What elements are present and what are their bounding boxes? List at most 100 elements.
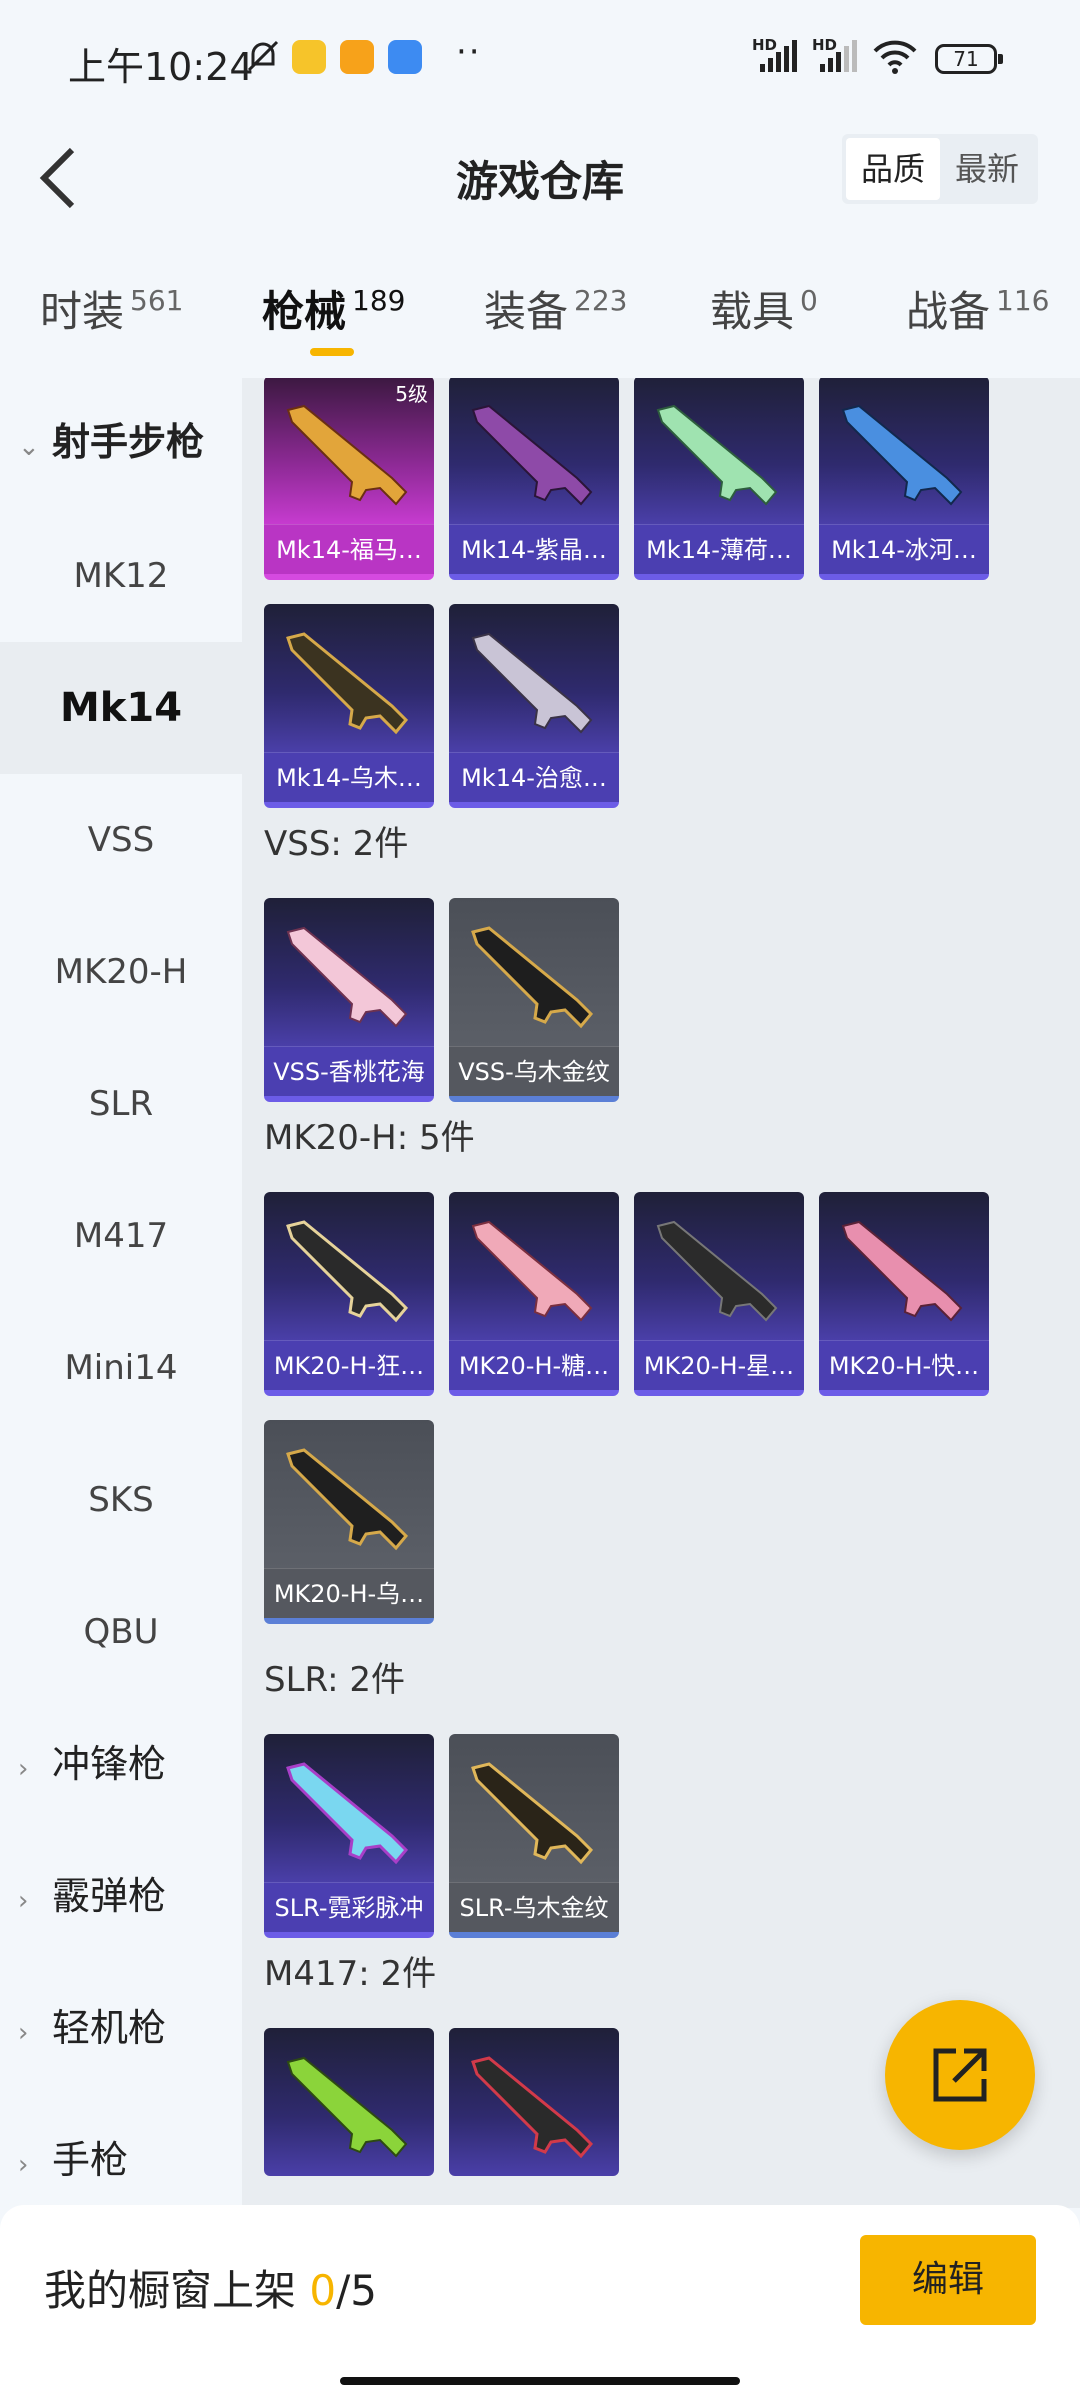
skin-name: Mk14-乌木… <box>264 752 434 802</box>
rifle-icon <box>471 1762 594 1865</box>
skin-card[interactable]: SLR-乌木金纹 <box>449 1734 619 1938</box>
rarity-bar <box>449 802 619 808</box>
sidebar-item-mk14[interactable]: Mk14 <box>0 642 242 774</box>
showcase-current: 0 <box>309 2266 337 2315</box>
skin-card[interactable]: MK20-H-星… <box>634 1192 804 1396</box>
skin-name: Mk14-紫晶… <box>449 524 619 574</box>
skin-name: MK20-H-糖… <box>449 1340 619 1390</box>
skin-art <box>264 2028 434 2176</box>
section-label-m417: M417: 2件 <box>264 1954 437 1994</box>
tab-label: 战备 <box>906 287 991 336</box>
skin-card[interactable]: MK20-H-快… <box>819 1192 989 1396</box>
weapon-type-sidebar: ⌄ 射手步枪 MK12 Mk14 VSS MK20-H SLR M417 Mini… <box>0 378 242 2208</box>
weapon-skin-grid: 5级 Mk14-福马… Mk14-紫晶… Mk14-薄荷… Mk14-冰河… M… <box>242 378 1080 2208</box>
skin-art <box>634 1192 804 1340</box>
status-bar: 上午10:24 ·· HD HD 71 <box>0 0 1080 120</box>
skin-name: VSS-乌木金纹 <box>449 1046 619 1096</box>
sort-latest-button[interactable]: 最新 <box>940 138 1034 200</box>
rifle-icon <box>656 404 778 506</box>
rifle-icon <box>471 404 593 506</box>
skin-card[interactable] <box>449 2028 619 2176</box>
tab-vehicles[interactable]: 载具 0 <box>710 278 818 339</box>
skin-name: SLR-乌木金纹 <box>449 1882 619 1932</box>
rifle-icon <box>286 1448 409 1551</box>
home-indicator[interactable] <box>340 2377 740 2385</box>
sidebar-category-smg[interactable]: › 冲锋枪 <box>18 1698 166 1830</box>
sidebar-category-lmg[interactable]: › 轻机枪 <box>18 1962 166 2094</box>
tab-supplies[interactable]: 战备 116 <box>906 278 1049 339</box>
tab-count: 561 <box>130 284 184 317</box>
rifle-icon <box>471 926 594 1029</box>
sidebar-item-slr[interactable]: SLR <box>0 1038 242 1170</box>
rifle-icon <box>286 404 408 506</box>
rifle-icon <box>841 1220 963 1322</box>
rarity-bar <box>634 574 804 580</box>
skin-art <box>449 1734 619 1882</box>
skin-name: MK20-H-狂… <box>264 1340 434 1390</box>
skin-card[interactable]: MK20-H-乌… <box>264 1420 434 1624</box>
edit-button[interactable]: 编辑 <box>860 2235 1036 2325</box>
rifle-icon <box>286 1220 409 1323</box>
tab-fashion[interactable]: 时装 561 <box>40 278 183 339</box>
rifle-icon <box>286 1762 409 1865</box>
sidebar-category-marksman[interactable]: ⌄ 射手步枪 <box>18 378 204 508</box>
skin-art <box>449 378 619 524</box>
skin-card[interactable]: Mk14-薄荷… <box>634 378 804 580</box>
sidebar-category-pistol[interactable]: › 手枪 <box>18 2094 128 2208</box>
skin-card[interactable]: VSS-乌木金纹 <box>449 898 619 1102</box>
page-header: 游戏仓库 品质 最新 <box>0 120 1080 250</box>
skin-art <box>819 1192 989 1340</box>
showcase-label: 我的橱窗上架 <box>44 2266 310 2315</box>
sidebar-item-vss[interactable]: VSS <box>0 774 242 906</box>
tab-count: 223 <box>574 284 628 317</box>
more-notifications-icon: ·· <box>456 32 482 72</box>
sidebar-item-qbu[interactable]: QBU <box>0 1566 242 1698</box>
sidebar-item-mk12[interactable]: MK12 <box>0 510 242 642</box>
skin-art <box>819 378 989 524</box>
tab-firearms[interactable]: 枪械 189 <box>262 278 405 339</box>
skin-card[interactable]: Mk14-乌木… <box>264 604 434 808</box>
skin-card[interactable] <box>264 2028 434 2176</box>
rifle-icon <box>286 926 408 1028</box>
rarity-bar <box>264 802 434 808</box>
skin-art <box>449 2028 619 2176</box>
skin-name: VSS-香桃花海 <box>264 1046 434 1096</box>
sidebar-item-sks[interactable]: SKS <box>0 1434 242 1566</box>
rarity-bar <box>264 574 434 580</box>
sidebar-item-mk20h[interactable]: MK20-H <box>0 906 242 1038</box>
chevron-right-icon: › <box>18 2150 29 2180</box>
tab-count: 116 <box>996 284 1050 317</box>
active-tab-indicator <box>310 348 354 356</box>
sidebar-category-shotgun[interactable]: › 霰弹枪 <box>18 1830 166 1962</box>
rifle-icon <box>656 1220 778 1322</box>
tab-label: 装备 <box>484 287 569 336</box>
skin-art <box>264 1420 434 1568</box>
share-button[interactable] <box>885 2000 1035 2150</box>
skin-card[interactable]: MK20-H-狂… <box>264 1192 434 1396</box>
sidebar-item-m417[interactable]: M417 <box>0 1170 242 1302</box>
skin-name: SLR-霓彩脉冲 <box>264 1882 434 1932</box>
skin-card[interactable]: SLR-霓彩脉冲 <box>264 1734 434 1938</box>
tab-count: 0 <box>800 284 818 317</box>
skin-card[interactable]: 5级 Mk14-福马… <box>264 378 434 580</box>
sidebar-category-label: 射手步枪 <box>52 420 205 464</box>
sort-toggle: 品质 最新 <box>842 134 1038 204</box>
skin-card[interactable]: MK20-H-糖… <box>449 1192 619 1396</box>
skin-art <box>264 898 434 1046</box>
skin-card[interactable]: Mk14-治愈… <box>449 604 619 808</box>
rarity-bar <box>449 574 619 580</box>
rarity-bar <box>264 1096 434 1102</box>
tab-equipment[interactable]: 装备 223 <box>484 278 627 339</box>
skin-name: MK20-H-快… <box>819 1340 989 1390</box>
sort-quality-button[interactable]: 品质 <box>846 138 940 200</box>
skin-name: Mk14-薄荷… <box>634 524 804 574</box>
chevron-right-icon: › <box>18 2018 29 2048</box>
skin-card[interactable]: Mk14-紫晶… <box>449 378 619 580</box>
chevron-right-icon: › <box>18 1886 29 1916</box>
skin-card[interactable]: Mk14-冰河… <box>819 378 989 580</box>
sidebar-item-mini14[interactable]: Mini14 <box>0 1302 242 1434</box>
showcase-total: /5 <box>336 2266 377 2315</box>
skin-card[interactable]: VSS-香桃花海 <box>264 898 434 1102</box>
share-icon <box>933 2048 987 2102</box>
sidebar-category-label: 霰弹枪 <box>52 1874 167 1918</box>
